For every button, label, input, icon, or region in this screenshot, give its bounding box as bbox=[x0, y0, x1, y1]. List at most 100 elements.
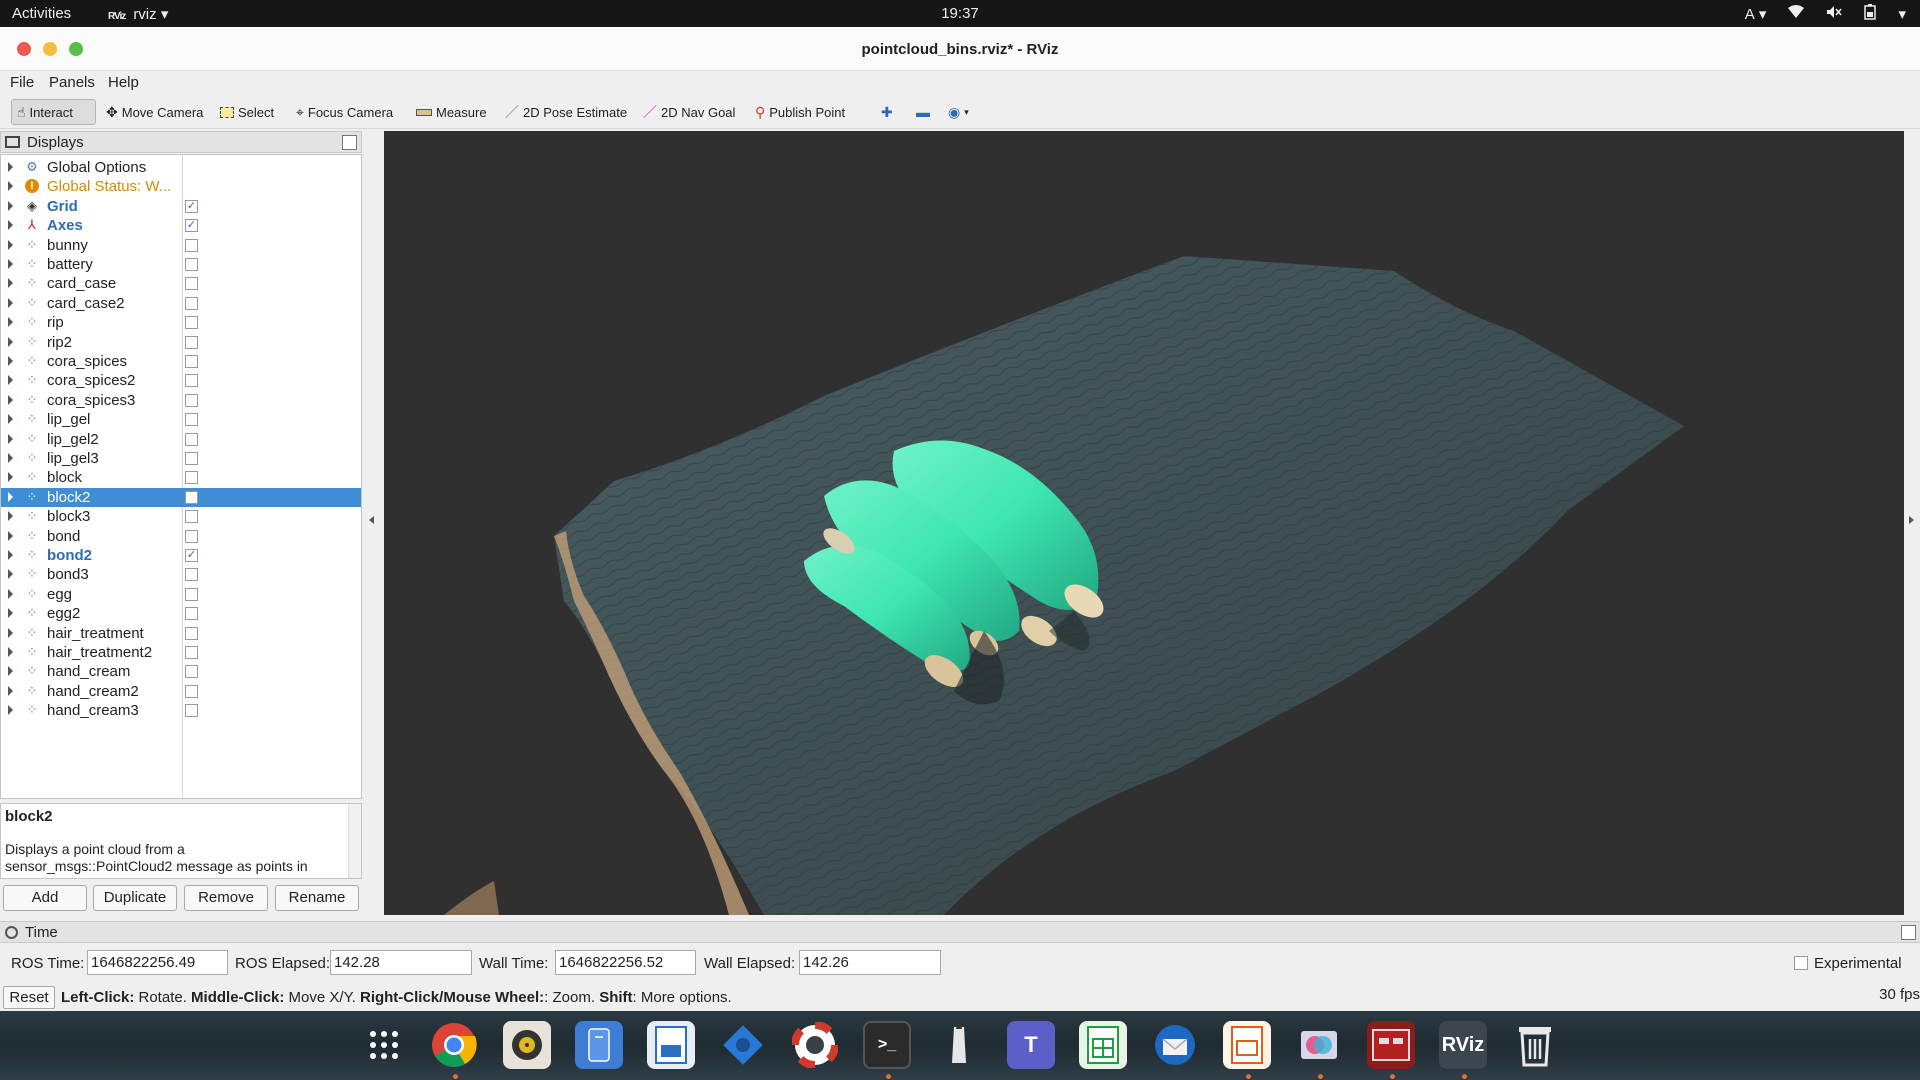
nav-goal-tool-button[interactable]: ／ 2D Nav Goal bbox=[638, 99, 740, 125]
expand-arrow-icon[interactable] bbox=[8, 627, 13, 638]
impress-icon[interactable] bbox=[1223, 1021, 1271, 1069]
publish-point-tool-button[interactable]: ⚲ Publish Point bbox=[750, 99, 850, 125]
add-display-button[interactable]: Add bbox=[3, 885, 87, 911]
trash-icon[interactable] bbox=[1511, 1021, 1559, 1069]
tool-properties-button[interactable]: ◉ ▾ bbox=[943, 99, 974, 125]
display-enabled-checkbox[interactable]: ✓ bbox=[185, 549, 198, 562]
show-apps-icon[interactable] bbox=[360, 1021, 408, 1069]
menu-help[interactable]: Help bbox=[108, 74, 139, 91]
expand-arrow-icon[interactable] bbox=[8, 356, 13, 366]
expand-arrow-icon[interactable] bbox=[8, 239, 13, 250]
display-row-card-case[interactable]: ⁘ card_case bbox=[1, 274, 361, 293]
reset-button[interactable]: Reset bbox=[3, 986, 55, 1009]
files-icon[interactable] bbox=[575, 1021, 623, 1069]
writer-icon[interactable] bbox=[647, 1021, 695, 1069]
display-enabled-checkbox[interactable]: ✓ bbox=[185, 199, 198, 213]
input-method-indicator[interactable]: A ▾ bbox=[1745, 5, 1767, 23]
expand-arrow-icon[interactable] bbox=[8, 181, 13, 192]
settings-gear-icon[interactable] bbox=[719, 1021, 767, 1069]
description-scrollbar[interactable] bbox=[348, 804, 361, 878]
display-enabled-checkbox[interactable] bbox=[185, 646, 198, 659]
display-row-hand-cream[interactable]: ⁘ hand_cream bbox=[1, 662, 361, 681]
display-row-rip2[interactable]: ⁘ rip2 bbox=[1, 333, 361, 352]
display-enabled-checkbox[interactable] bbox=[185, 471, 198, 485]
rename-display-button[interactable]: Rename bbox=[275, 885, 359, 911]
float-panel-button[interactable] bbox=[342, 135, 357, 150]
expand-arrow-icon[interactable] bbox=[8, 297, 13, 308]
left-splitter[interactable] bbox=[362, 131, 384, 915]
display-row-bunny[interactable]: ⁘ bunny bbox=[1, 236, 361, 255]
remove-display-button[interactable]: Remove bbox=[184, 885, 268, 911]
display-row-card-case2[interactable]: ⁘ card_case2 bbox=[1, 294, 361, 313]
display-enabled-checkbox[interactable] bbox=[185, 413, 198, 427]
display-enabled-checkbox[interactable] bbox=[185, 626, 198, 640]
focus-camera-tool-button[interactable]: ⌖ Focus Camera bbox=[291, 99, 398, 125]
display-row-egg2[interactable]: ⁘ egg2 bbox=[1, 604, 361, 623]
display-enabled-checkbox[interactable] bbox=[185, 393, 198, 407]
display-enabled-checkbox[interactable] bbox=[185, 452, 198, 465]
ros-time-field[interactable]: 1646822256.49 bbox=[87, 950, 228, 975]
expand-arrow-icon[interactable] bbox=[8, 511, 13, 522]
collapse-left-icon[interactable] bbox=[369, 516, 374, 524]
chrome-icon[interactable] bbox=[430, 1021, 478, 1069]
system-monitor-icon[interactable] bbox=[1367, 1021, 1415, 1069]
display-row-bond3[interactable]: ⁘ bond3 bbox=[1, 565, 361, 584]
display-enabled-checkbox[interactable] bbox=[185, 529, 198, 543]
expand-arrow-icon[interactable] bbox=[8, 472, 13, 483]
system-menu-chevron-icon[interactable]: ▾ bbox=[1898, 5, 1906, 23]
add-tool-button[interactable]: ✚ bbox=[876, 99, 898, 125]
expand-arrow-icon[interactable] bbox=[8, 491, 13, 502]
thunderbird-icon[interactable] bbox=[1151, 1021, 1199, 1069]
text-editor-icon[interactable] bbox=[935, 1021, 983, 1069]
expand-arrow-icon[interactable] bbox=[8, 394, 13, 405]
expand-arrow-icon[interactable] bbox=[8, 530, 13, 541]
rhythmbox-icon[interactable] bbox=[503, 1021, 551, 1069]
display-row-global-status-w-[interactable]: ! Global Status: W... bbox=[1, 177, 361, 196]
expand-arrow-icon[interactable] bbox=[8, 550, 13, 560]
display-row-bond2[interactable]: ⁘ bond2 ✓ bbox=[1, 546, 361, 565]
display-enabled-checkbox[interactable]: ✓ bbox=[185, 219, 198, 233]
expand-arrow-icon[interactable] bbox=[8, 220, 13, 231]
display-enabled-checkbox[interactable] bbox=[185, 316, 198, 330]
display-enabled-checkbox[interactable] bbox=[185, 490, 198, 504]
display-row-lip-gel3[interactable]: ⁘ lip_gel3 bbox=[1, 449, 361, 468]
teams-icon[interactable]: T bbox=[1007, 1021, 1055, 1069]
display-row-cora-spices[interactable]: ⁘ cora_spices bbox=[1, 352, 361, 371]
display-enabled-checkbox[interactable] bbox=[185, 568, 198, 582]
display-row-hair-treatment2[interactable]: ⁘ hair_treatment2 bbox=[1, 643, 361, 662]
expand-arrow-icon[interactable] bbox=[8, 685, 13, 696]
displays-tree[interactable]: ⚙ Global Options! Global Status: W... ◈ Grid… bbox=[0, 154, 362, 799]
expand-arrow-icon[interactable] bbox=[8, 336, 13, 347]
float-time-panel-button[interactable] bbox=[1901, 925, 1916, 940]
expand-arrow-icon[interactable] bbox=[8, 433, 13, 444]
display-row-cora-spices3[interactable]: ⁘ cora_spices3 bbox=[1, 391, 361, 410]
expand-arrow-icon[interactable] bbox=[8, 259, 13, 269]
image-viewer-icon[interactable] bbox=[1295, 1021, 1343, 1069]
display-enabled-checkbox[interactable] bbox=[185, 510, 198, 524]
display-row-battery[interactable]: ⁘ battery bbox=[1, 255, 361, 274]
expand-arrow-icon[interactable] bbox=[8, 278, 13, 289]
display-enabled-checkbox[interactable] bbox=[185, 296, 198, 310]
collapse-right-icon[interactable] bbox=[1909, 516, 1914, 524]
move-camera-tool-button[interactable]: ✥ Move Camera bbox=[101, 99, 208, 125]
display-row-rip[interactable]: ⁘ rip bbox=[1, 313, 361, 332]
expand-arrow-icon[interactable] bbox=[8, 588, 13, 599]
right-splitter[interactable] bbox=[1904, 131, 1920, 915]
display-enabled-checkbox[interactable] bbox=[185, 258, 198, 271]
expand-arrow-icon[interactable] bbox=[8, 162, 13, 172]
clock[interactable]: 19:37 bbox=[0, 5, 1920, 22]
ros-elapsed-field[interactable]: 142.28 bbox=[330, 950, 472, 975]
expand-arrow-icon[interactable] bbox=[8, 705, 13, 716]
display-row-bond[interactable]: ⁘ bond bbox=[1, 527, 361, 546]
display-enabled-checkbox[interactable] bbox=[185, 335, 198, 349]
expand-arrow-icon[interactable] bbox=[8, 414, 13, 425]
measure-tool-button[interactable]: Measure bbox=[411, 99, 492, 125]
system-tray[interactable]: A ▾ ▾ bbox=[1745, 4, 1906, 24]
display-row-hand-cream3[interactable]: ⁘ hand_cream3 bbox=[1, 701, 361, 720]
terminal-icon[interactable]: >_ bbox=[863, 1021, 911, 1069]
expand-arrow-icon[interactable] bbox=[8, 453, 13, 463]
expand-arrow-icon[interactable] bbox=[8, 608, 13, 619]
expand-arrow-icon[interactable] bbox=[8, 200, 13, 211]
display-enabled-checkbox[interactable] bbox=[185, 238, 198, 252]
menu-panels[interactable]: Panels bbox=[49, 74, 95, 91]
